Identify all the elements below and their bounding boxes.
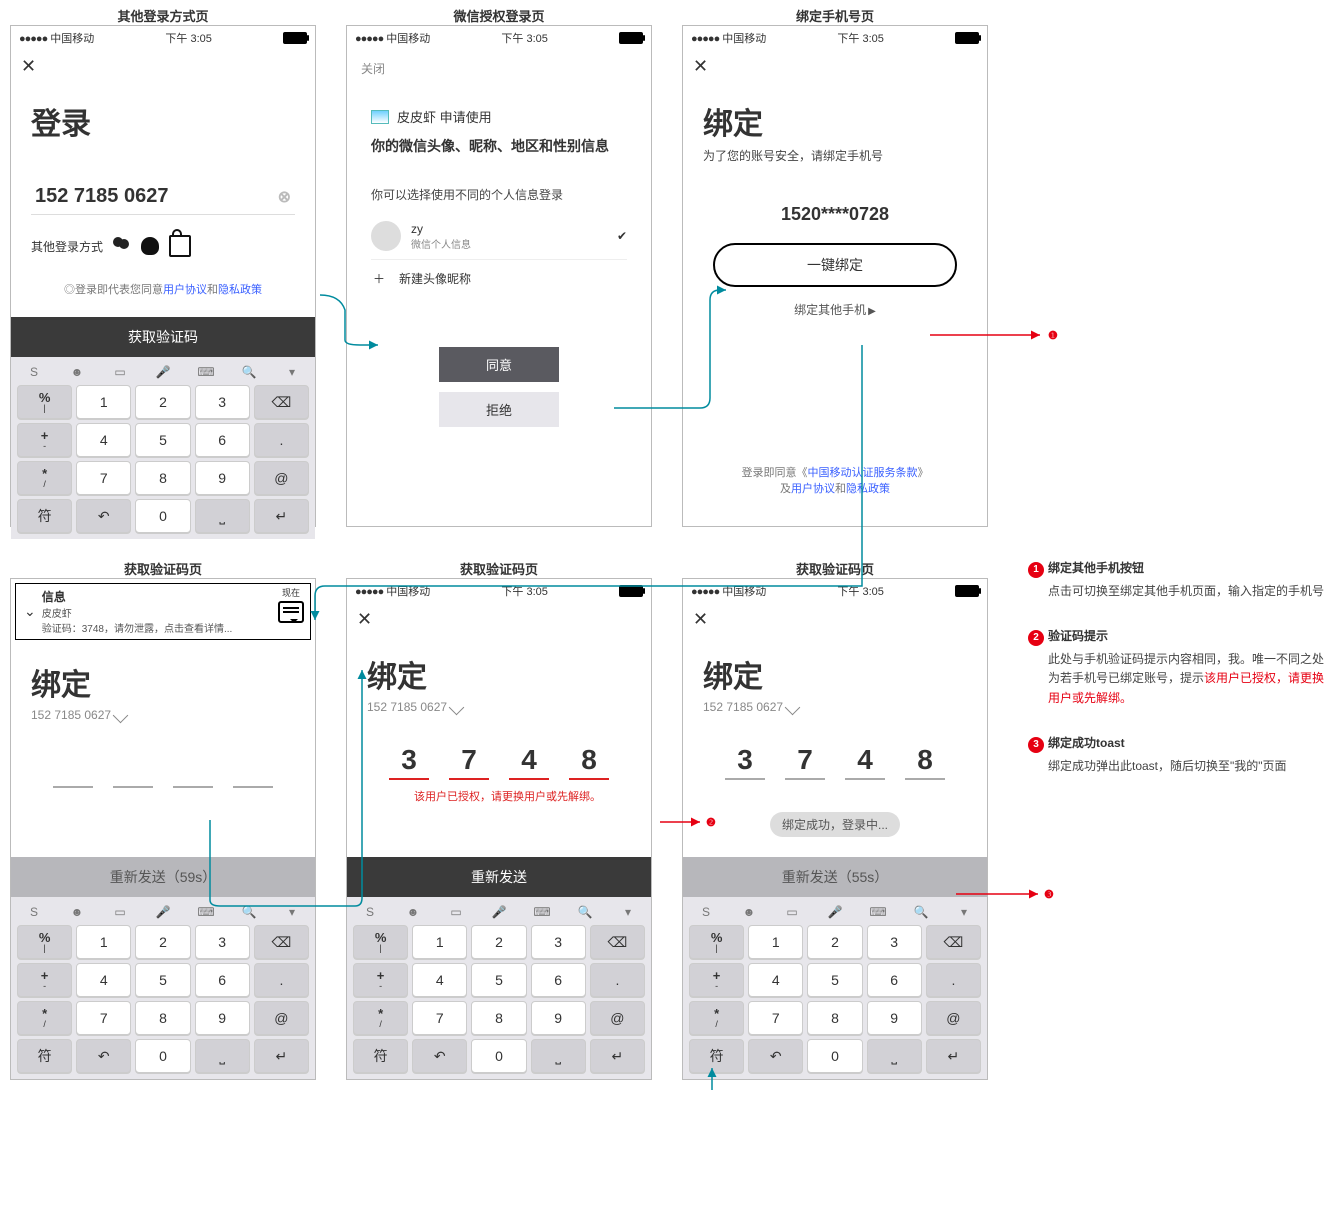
plus-icon: ＋ (373, 270, 385, 287)
resend-button[interactable]: 重新发送（59s） (11, 857, 315, 897)
code-input[interactable]: 3 7 4 8 (725, 744, 945, 780)
agree-text: ◎登录即代表您同意用户协议和隐私政策 (31, 281, 295, 297)
bind-phone-frame: ●●●●● 中国移动下午 3:05 ✕ 绑定 为了您的账号安全，请绑定手机号 1… (682, 25, 988, 527)
one-tap-bind-button[interactable]: 一键绑定 (713, 243, 957, 287)
header-getcode-a: 获取验证码页 (124, 559, 202, 578)
wechat-deny-button[interactable]: 拒绝 (439, 392, 559, 427)
close-icon[interactable]: ✕ (347, 603, 651, 636)
avatar-icon (371, 221, 401, 251)
bind-masked-phone: 1520****0728 (703, 204, 967, 225)
wechat-agree-button[interactable]: 同意 (439, 347, 559, 382)
get-code-button[interactable]: 获取验证码 (11, 317, 315, 357)
wechat-close[interactable]: 关闭 (347, 50, 651, 87)
notification-banner[interactable]: ⌄ 信息 皮皮虾 验证码：3748，请勿泄露，点击查看详情... 现在 (15, 583, 311, 640)
code-input[interactable]: 3 7 4 8 (389, 744, 609, 780)
status-bar: ●●●●● 中国移动 下午 3:05 (11, 26, 315, 50)
header-wechat-auth: 微信授权登录页 (453, 6, 544, 25)
qq-icon[interactable] (141, 237, 159, 255)
bind-subtitle: 为了您的账号安全，请绑定手机号 (703, 147, 967, 164)
header-other-login: 其他登录方式页 (117, 6, 208, 25)
edit-icon[interactable] (785, 699, 801, 715)
close-icon[interactable]: ✕ (683, 603, 987, 636)
resend-button[interactable]: 重新发送（55s） (683, 857, 987, 897)
success-toast: 绑定成功，登录中... (770, 812, 900, 837)
callout-2: 2验证码提示 此处与手机验证码提示内容相同，我。唯一不同之处为若手机号已绑定账号… (1028, 627, 1328, 708)
bind-other-button[interactable]: 绑定其他手机▶ (703, 301, 967, 318)
numeric-keyboard[interactable]: S☻▭🎤⌨🔍▾ %| 123 ⌫ +- 456 . */ 789 @ 符 ↶0⎵… (11, 357, 315, 539)
lock-icon[interactable] (169, 235, 191, 257)
app-logo-icon (371, 110, 389, 124)
chevron-right-icon: ▶ (868, 306, 876, 317)
wechat-profile-row[interactable]: zy微信个人信息 ✔ (371, 213, 627, 260)
header-getcode-c: 获取验证码页 (796, 559, 874, 578)
wechat-auth-phone: ●●●●● 中国移动下午 3:05 关闭 皮皮虾 申请使用 你的微信头像、昵称、… (346, 25, 652, 527)
login-title: 登录 (31, 99, 295, 143)
bind-title: 绑定 (31, 660, 295, 704)
message-icon (278, 601, 304, 623)
code-error-text: 该用户已授权，请更换用户或先解绑。 (367, 788, 601, 804)
clear-icon[interactable]: ⊗ (278, 187, 291, 207)
callout-1: 1绑定其他手机按钮 点击可切换至绑定其他手机页面，输入指定的手机号 (1028, 559, 1328, 601)
close-icon[interactable]: ✕ (683, 50, 987, 83)
header-getcode-b: 获取验证码页 (460, 559, 538, 578)
chevron-down-icon: ⌄ (24, 603, 36, 620)
getcode-phone-b: ●●●●● 中国移动下午 3:05 ✕ 绑定 152 7185 0627 3 7… (346, 578, 652, 1080)
getcode-phone-a: ⌄ 信息 皮皮虾 验证码：3748，请勿泄露，点击查看详情... 现在 绑定 1… (10, 578, 316, 1080)
phone-input[interactable]: 152 7185 0627 (35, 185, 168, 208)
callout-3: 3绑定成功toast 绑定成功弹出此toast，随后切换至"我的"页面 (1028, 734, 1328, 776)
privacy-link[interactable]: 隐私政策 (218, 284, 262, 296)
getcode-phone-c: ●●●●● 中国移动下午 3:05 ✕ 绑定 152 7185 0627 3 7… (682, 578, 988, 1080)
user-agreement-link[interactable]: 用户协议 (163, 284, 207, 296)
wechat-icon[interactable] (113, 237, 131, 255)
code-input[interactable] (53, 752, 273, 788)
close-icon[interactable]: ✕ (11, 50, 315, 83)
bind-title: 绑定 (703, 99, 967, 143)
wechat-choose-label: 你可以选择使用不同的个人信息登录 (371, 186, 627, 203)
current-phone: 152 7185 0627 (31, 708, 111, 722)
check-icon: ✔ (617, 229, 627, 243)
wechat-new-profile[interactable]: ＋新建头像昵称 (371, 260, 627, 297)
alt-login-label: 其他登录方式 (31, 238, 103, 255)
resend-button[interactable]: 重新发送 (347, 857, 651, 897)
annotations-panel: 1绑定其他手机按钮 点击可切换至绑定其他手机页面，输入指定的手机号 2验证码提示… (1018, 559, 1328, 802)
edit-icon[interactable] (449, 699, 465, 715)
edit-icon[interactable] (113, 707, 129, 723)
other-login-phone: ●●●●● 中国移动 下午 3:05 ✕ 登录 152 7185 0627 ⊗ … (10, 25, 316, 527)
bind-footer: 登录即同意《中国移动认证服务条款》 及用户协议和隐私政策 (703, 464, 967, 516)
header-bind-phone: 绑定手机号页 (796, 6, 874, 25)
wechat-scope: 你的微信头像、昵称、地区和性别信息 (371, 136, 627, 156)
battery-icon (283, 32, 307, 44)
